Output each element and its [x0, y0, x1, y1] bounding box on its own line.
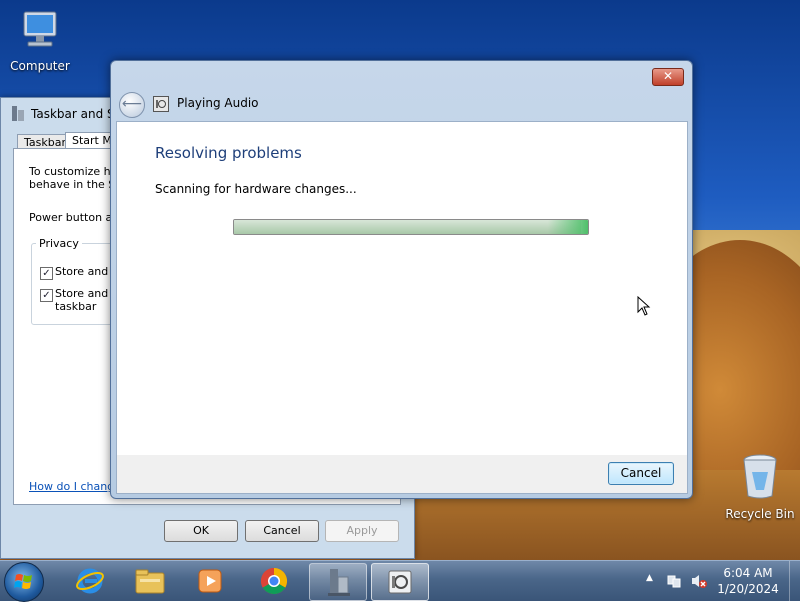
troubleshooter-dialog: ✕ ⟵ Playing Audio Resolving problems Sca… — [110, 60, 693, 499]
desktop-icon-label: Computer — [10, 59, 70, 73]
start-button[interactable] — [4, 562, 44, 602]
volume-muted-icon[interactable] — [690, 573, 708, 592]
apply-button: Apply — [325, 520, 399, 542]
page-heading: Resolving problems — [155, 144, 302, 162]
taskbar-taskbar-properties[interactable] — [309, 563, 367, 601]
troubleshooter-icon — [388, 570, 412, 594]
clock-date: 1/20/2024 — [717, 582, 779, 596]
taskbar-internet-explorer[interactable] — [64, 563, 116, 599]
status-text: Scanning for hardware changes... — [155, 182, 357, 196]
progress-bar — [233, 219, 589, 235]
taskbar: ▲ 6:04 AM 1/20/2024 — [0, 560, 800, 602]
computer-icon — [4, 10, 76, 55]
taskbar-media-player[interactable] — [184, 563, 236, 599]
show-hidden-icons-button[interactable]: ▲ — [646, 573, 653, 583]
description-line: behave in the St — [29, 178, 120, 191]
ok-button[interactable]: OK — [164, 520, 238, 542]
mouse-cursor — [637, 295, 651, 319]
cancel-button[interactable]: Cancel — [608, 462, 674, 485]
taskbar-properties-icon — [328, 569, 350, 596]
store-recent-programs-checkbox[interactable]: ✓ — [40, 267, 53, 280]
taskbar-properties-icon — [11, 106, 25, 121]
desktop-icon-computer[interactable]: Computer — [4, 10, 76, 73]
media-player-icon — [198, 569, 222, 593]
window-title: Taskbar and St — [31, 107, 120, 121]
taskbar-chrome[interactable] — [248, 563, 300, 599]
description-line: To customize ho — [29, 165, 118, 178]
cancel-button[interactable]: Cancel — [245, 520, 319, 542]
desktop-icon-recycle-bin[interactable]: Recycle Bin — [724, 452, 796, 521]
show-desktop-button[interactable] — [789, 561, 800, 601]
troubleshooter-icon — [153, 96, 169, 112]
checkbox-label: taskbar — [55, 300, 97, 313]
chrome-icon — [260, 567, 288, 595]
file-explorer-icon — [135, 569, 165, 594]
store-recent-items-checkbox[interactable]: ✓ — [40, 289, 53, 302]
close-button[interactable]: ✕ — [652, 68, 684, 86]
desktop-icon-label: Recycle Bin — [725, 507, 795, 521]
clock-time: 6:04 AM — [723, 566, 773, 580]
system-clock[interactable]: 6:04 AM 1/20/2024 — [712, 565, 784, 597]
internet-explorer-icon — [76, 568, 104, 594]
help-link[interactable]: How do I change — [29, 480, 121, 493]
recycle-bin-icon — [724, 452, 796, 503]
network-icon[interactable] — [666, 573, 682, 592]
dialog-footer — [116, 455, 688, 494]
dialog-title: Playing Audio — [177, 96, 259, 110]
taskbar-troubleshooter[interactable] — [371, 563, 429, 601]
back-button[interactable]: ⟵ — [119, 92, 145, 118]
back-arrow-icon: ⟵ — [121, 96, 143, 112]
progress-fill — [234, 220, 581, 234]
progress-glow — [548, 220, 588, 234]
dialog-content: Resolving problems Scanning for hardware… — [116, 121, 688, 457]
privacy-group-label: Privacy — [36, 237, 82, 250]
power-button-label: Power button ac — [29, 211, 119, 224]
windows-logo-icon — [14, 574, 32, 589]
taskbar-file-explorer[interactable] — [124, 563, 176, 599]
